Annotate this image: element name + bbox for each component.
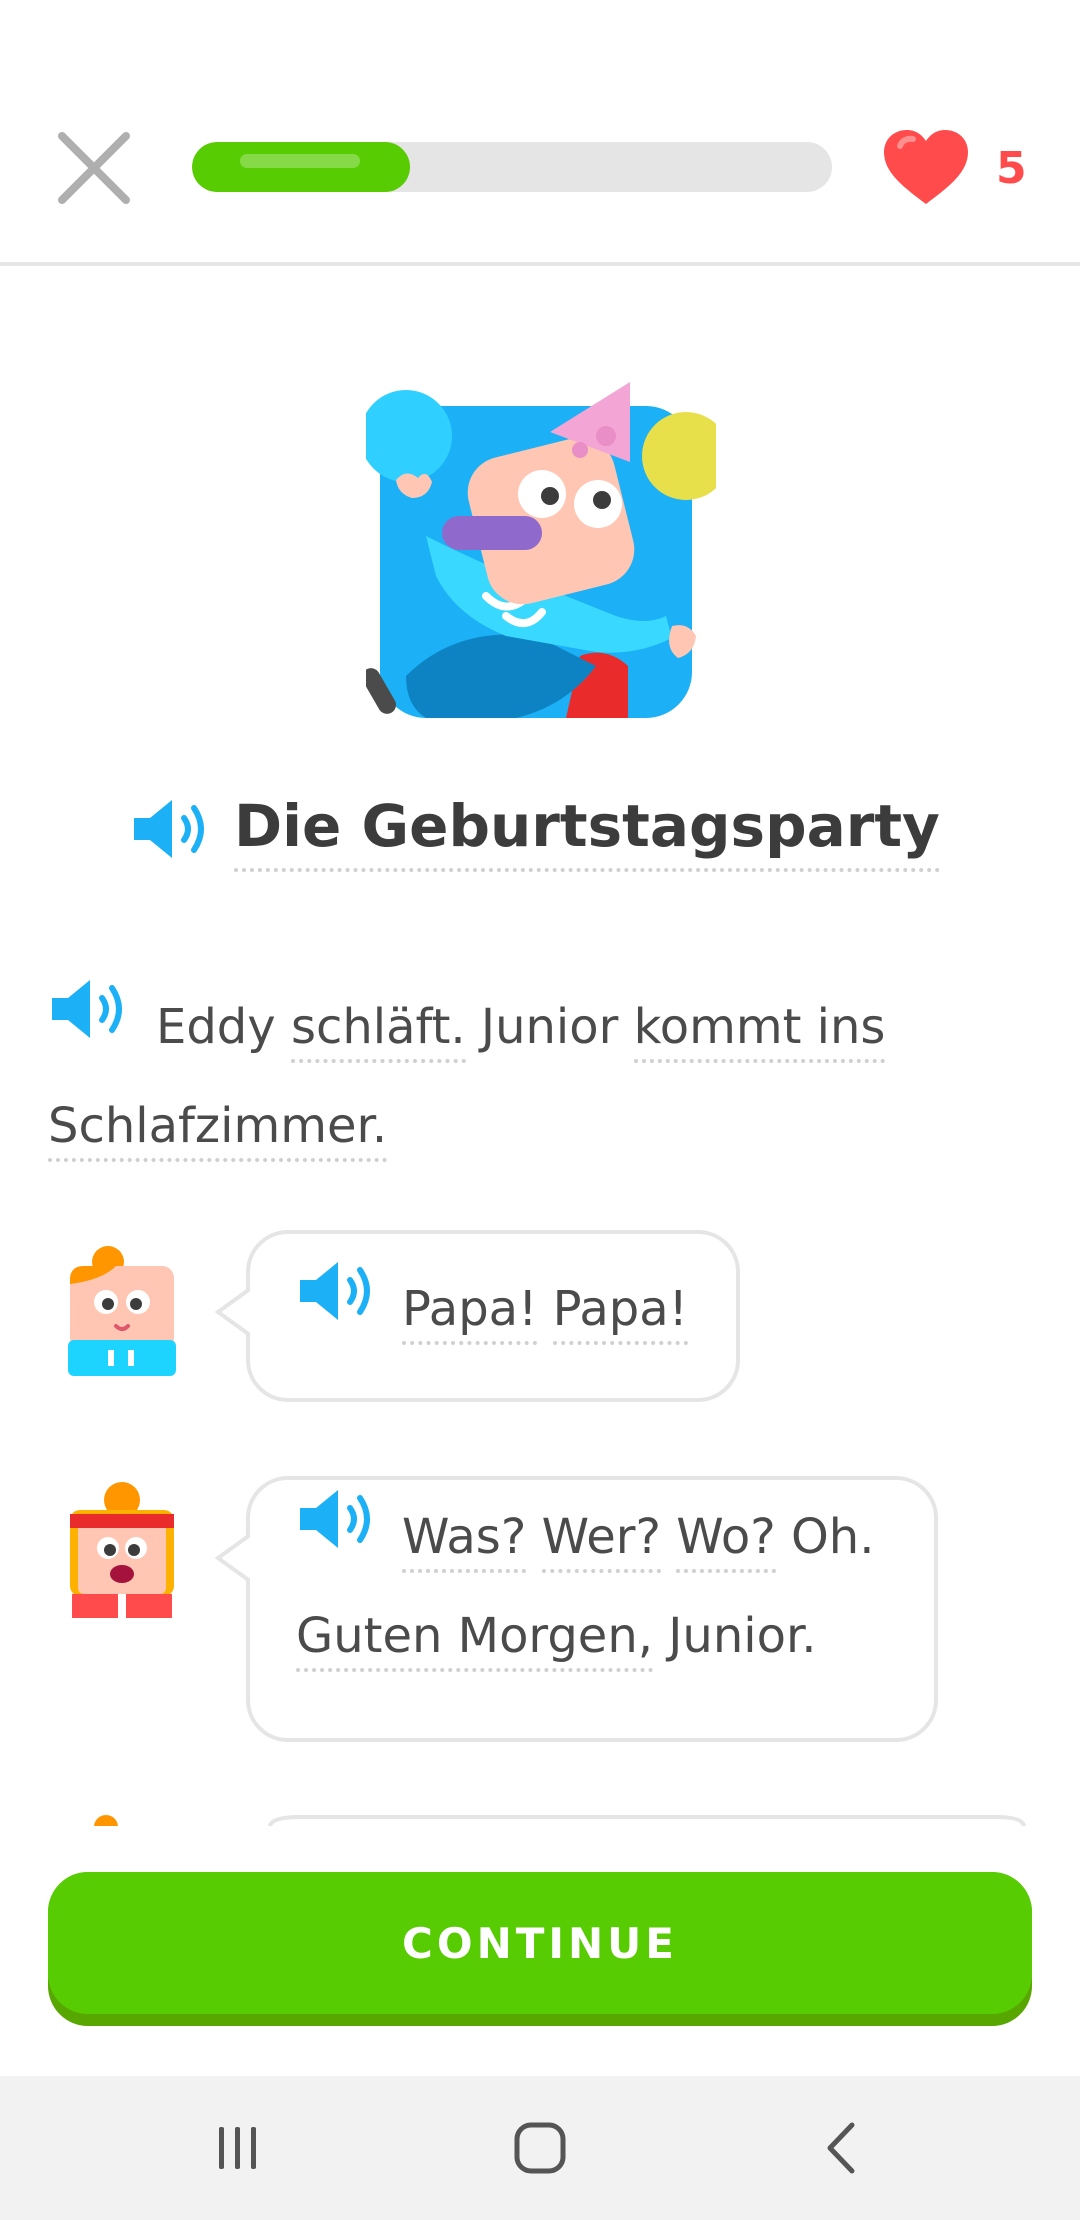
line-word-hint[interactable]: Papa! [552, 1281, 688, 1345]
line-word-hint[interactable]: Was? [402, 1509, 527, 1573]
narration-word-hint[interactable]: kommt ins [633, 999, 886, 1063]
line-word: Junior. [668, 1607, 817, 1664]
next-dialog-line-peek [0, 1812, 1080, 1826]
speech-bubble: Was? Wer? Wo? Oh. Guten Morgen, Junior. [214, 1476, 938, 1742]
speaker-icon [300, 1489, 370, 1548]
close-icon [58, 132, 130, 204]
hearts-counter[interactable]: 5 [880, 128, 1027, 208]
line-audio-button[interactable] [296, 1486, 378, 1583]
back-button[interactable] [782, 2112, 902, 2184]
story-illustration [360, 376, 730, 726]
continue-label: CONTINUE [402, 1918, 678, 1968]
line-audio-button[interactable] [296, 1258, 378, 1355]
narration-word: Junior [480, 999, 619, 1055]
line-word-hint[interactable]: Wo? [676, 1509, 776, 1573]
recents-icon [219, 2127, 256, 2169]
title-audio-button[interactable] [130, 796, 212, 866]
back-icon [827, 2122, 855, 2174]
speaker-icon [52, 979, 122, 1038]
speaker-icon [134, 800, 204, 858]
home-icon [514, 2122, 566, 2174]
lesson-progress-bar [192, 142, 832, 192]
line-word: Oh. [790, 1509, 875, 1565]
junior-avatar [62, 1240, 182, 1380]
narration-line: Eddy schläft. Junior kommt ins Schlafzim… [48, 979, 948, 1173]
narration-word-hint[interactable]: schläft. [290, 999, 466, 1063]
system-nav-bar [0, 2076, 1080, 2220]
home-button[interactable] [480, 2112, 600, 2184]
lesson-header: 5 [0, 0, 1080, 266]
line-word-hint[interactable]: Papa! [402, 1281, 538, 1345]
heart-icon [884, 130, 968, 204]
lesson-progress-fill [192, 142, 410, 192]
line-word-hint[interactable]: Guten Morgen, [296, 1607, 653, 1672]
eddy-avatar [62, 1480, 182, 1620]
narration-audio-button[interactable] [48, 976, 130, 1073]
narration-word: Eddy [156, 999, 276, 1055]
speech-bubble: Papa! Papa! [214, 1230, 740, 1402]
story-title-row: Die Geburtstagsparty [130, 786, 940, 876]
hearts-count: 5 [996, 142, 1027, 194]
narration-word-hint[interactable]: Schlafzimmer. [48, 1097, 388, 1162]
close-button[interactable] [52, 126, 136, 210]
continue-button[interactable]: CONTINUE [48, 1872, 1032, 2026]
header-divider [0, 262, 1080, 266]
speaker-icon [300, 1261, 370, 1320]
story-title[interactable]: Die Geburtstagsparty [234, 790, 940, 872]
recents-button[interactable] [178, 2112, 298, 2184]
line-word-hint[interactable]: Wer? [541, 1509, 661, 1573]
